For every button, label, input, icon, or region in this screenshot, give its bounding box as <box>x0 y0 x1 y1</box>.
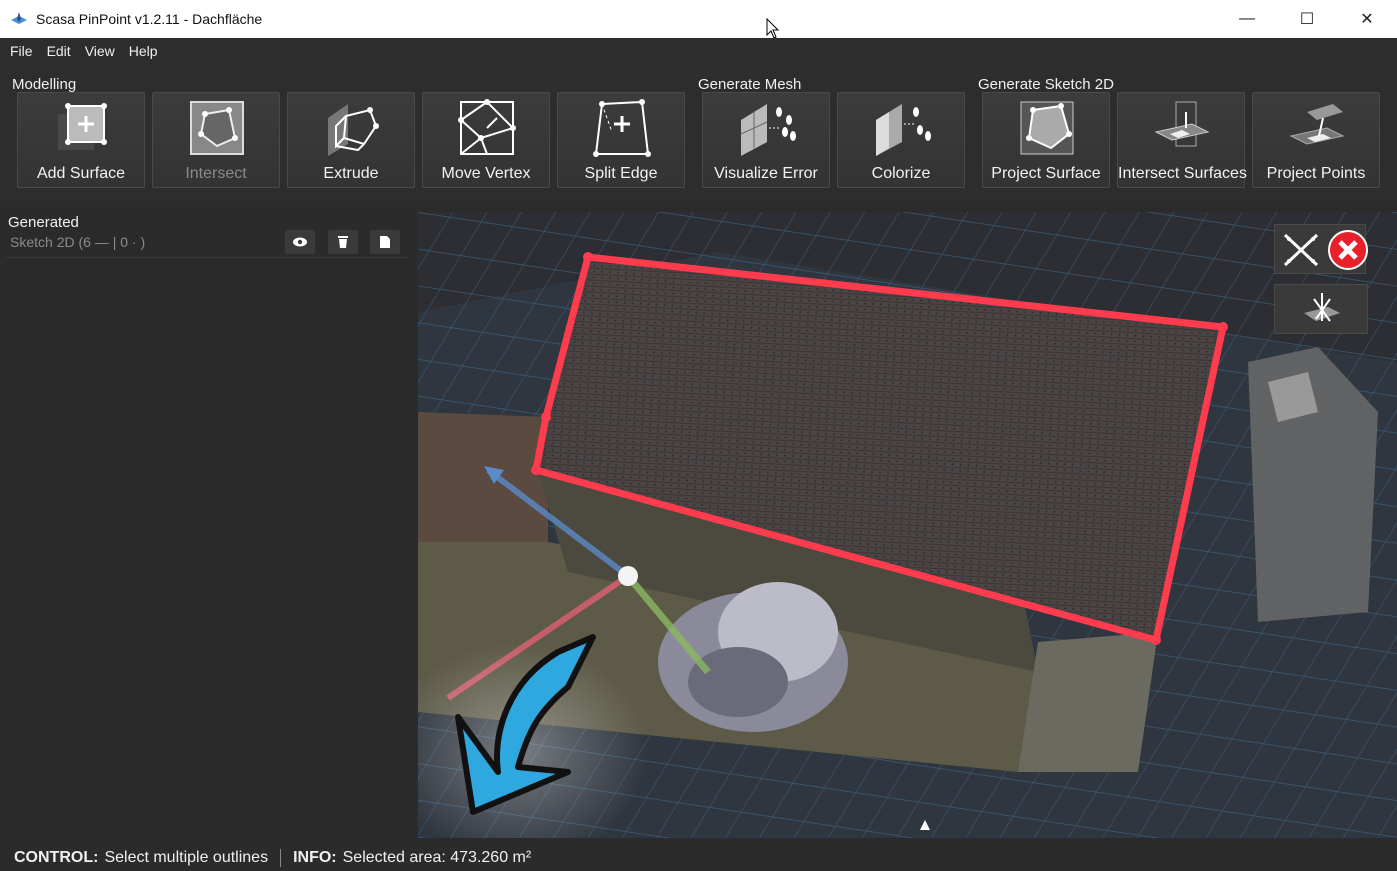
ribbon-toolbar: Modelling Generate Mesh Generate Sketch … <box>0 64 1397 206</box>
add-surface-button[interactable]: Add Surface <box>17 92 145 188</box>
minimize-button[interactable]: — <box>1217 0 1277 38</box>
intersect-button[interactable]: Intersect <box>152 92 280 188</box>
transform-gizmo-button[interactable] <box>1274 284 1368 334</box>
point-cloud-scene[interactable] <box>418 212 1397 838</box>
delete-button[interactable] <box>328 230 358 254</box>
group-label-generate-sketch: Generate Sketch 2D <box>978 76 1114 93</box>
move-vertex-icon <box>458 99 516 155</box>
list-item[interactable]: Sketch 2D (6 — | 0 · ) <box>6 228 408 258</box>
visualize-error-button[interactable]: Visualize Error <box>702 92 830 188</box>
mouse-cursor-icon <box>766 18 780 39</box>
document-icon <box>380 236 390 248</box>
app-logo-icon <box>11 12 27 24</box>
extrude-button[interactable]: Extrude <box>287 92 415 188</box>
split-edge-label: Split Edge <box>584 165 658 182</box>
project-surface-label: Project Surface <box>991 165 1101 182</box>
extrude-label: Extrude <box>323 165 379 182</box>
split-edge-icon <box>593 99 651 157</box>
colorize-icon <box>876 104 931 156</box>
project-points-label: Project Points <box>1266 165 1366 182</box>
group-label-generate-mesh: Generate Mesh <box>698 76 802 93</box>
extrude-icon <box>328 104 379 156</box>
project-surface-button[interactable]: Project Surface <box>982 92 1110 188</box>
intersect-surfaces-button[interactable]: Intersect Surfaces <box>1117 92 1247 188</box>
colorize-label: Colorize <box>871 165 931 182</box>
visualize-error-label: Visualize Error <box>714 165 818 182</box>
scene-tree-panel: Generated Sketch 2D (6 — | 0 · ) <box>0 206 418 838</box>
status-control-key: CONTROL: <box>14 848 99 866</box>
intersect-surfaces-label: Intersect Surfaces <box>1118 165 1247 182</box>
maximize-button[interactable]: ☐ <box>1277 0 1337 38</box>
menu-file[interactable]: File <box>10 43 33 59</box>
visibility-button[interactable] <box>285 230 315 254</box>
intersect-label: Intersect <box>185 165 247 182</box>
cancel-icon <box>1328 230 1368 270</box>
window-title: Scasa PinPoint v1.2.11 - Dachfläche <box>36 11 263 27</box>
project-surface-icon <box>1020 101 1074 155</box>
add-surface-icon <box>58 103 107 150</box>
status-info-key: INFO: <box>293 848 337 866</box>
cross-outline-icon <box>1283 233 1319 267</box>
menu-bar: File Edit View Help <box>0 38 1397 64</box>
status-info-text: Selected area: 473.260 m² <box>342 848 532 866</box>
menu-help[interactable]: Help <box>129 43 158 59</box>
project-points-icon <box>1289 104 1345 145</box>
status-control-text: Select multiple outlines <box>104 848 269 866</box>
status-bar: CONTROL: Select multiple outlines INFO: … <box>0 844 1397 871</box>
intersect-surfaces-icon <box>1154 101 1210 147</box>
3d-viewport[interactable] <box>418 212 1397 838</box>
trash-icon <box>338 236 348 248</box>
move-vertex-label: Move Vertex <box>441 165 531 182</box>
add-surface-label: Add Surface <box>36 165 126 182</box>
move-vertex-button[interactable]: Move Vertex <box>422 92 550 188</box>
export-button[interactable] <box>370 230 400 254</box>
title-bar: Scasa PinPoint v1.2.11 - Dachfläche — ☐ … <box>0 0 1397 38</box>
menu-edit[interactable]: Edit <box>47 43 71 59</box>
menu-view[interactable]: View <box>85 43 115 59</box>
intersect-icon <box>190 101 244 155</box>
cancel-sketch-button[interactable] <box>1274 224 1368 274</box>
close-window-button[interactable]: ✕ <box>1337 0 1397 38</box>
colorize-button[interactable]: Colorize <box>837 92 965 188</box>
project-points-button[interactable]: Project Points <box>1252 92 1380 188</box>
visualize-error-icon <box>740 104 796 156</box>
status-separator <box>280 848 282 867</box>
group-label-modelling: Modelling <box>12 76 77 93</box>
eye-icon <box>293 237 307 247</box>
transform-icon <box>1304 293 1340 322</box>
split-edge-button[interactable]: Split Edge <box>557 92 685 188</box>
sketch-item-label: Sketch 2D (6 — | 0 · ) <box>10 234 146 250</box>
